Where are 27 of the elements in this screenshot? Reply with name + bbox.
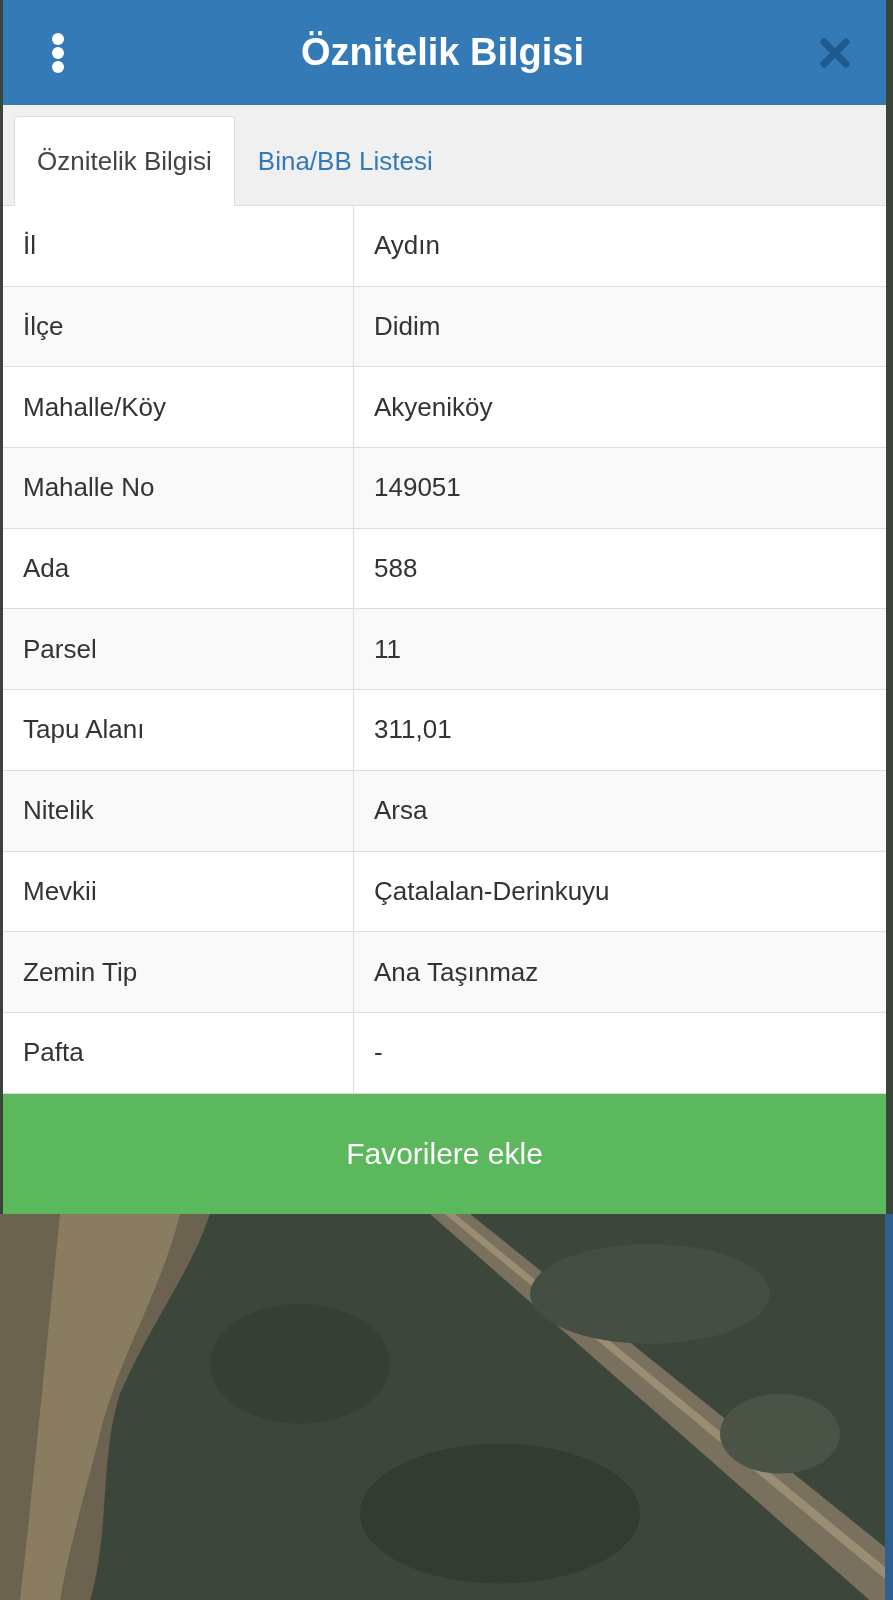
table-cell-text: Ada bbox=[22, 552, 71, 586]
table-cell: 149051 bbox=[353, 448, 886, 528]
tab[interactable]: Öznitelik Bilgisi bbox=[14, 116, 235, 206]
table-cell: - bbox=[353, 1012, 886, 1093]
table-cell-text: Tapu Alanı bbox=[22, 713, 146, 747]
menu-icon[interactable] bbox=[51, 32, 65, 73]
table-cell: Çatalalan-Derinkuyu bbox=[353, 851, 886, 932]
table-cell: 311,01 bbox=[353, 690, 886, 770]
add-favorites-button[interactable]: Favorilere ekle bbox=[3, 1093, 886, 1214]
table-cell-text: İlçe bbox=[22, 310, 65, 344]
tab[interactable]: Bina/BB Listesi bbox=[234, 116, 456, 206]
table-cell-text: İl bbox=[22, 229, 37, 263]
table-cell: Aydın bbox=[353, 206, 886, 286]
table-cell-text: Nitelik bbox=[22, 794, 95, 828]
window-title: Öznitelik Bilgisi bbox=[300, 31, 585, 74]
table-cell-text: Mahalle/Köy bbox=[22, 390, 168, 424]
table-cell-text: Mahalle No bbox=[22, 471, 156, 505]
table-cell: Didim bbox=[353, 286, 886, 367]
table-cell: Ana Taşınmaz bbox=[353, 932, 886, 1012]
table-cell-text: Zemin Tip bbox=[22, 955, 139, 989]
table-cell: 11 bbox=[353, 609, 886, 690]
table-cell: Akyeniköy bbox=[353, 367, 886, 448]
table-cell-text: Pafta bbox=[22, 1036, 85, 1070]
table-cell: 588 bbox=[353, 528, 886, 609]
table-cell-text: Parsel bbox=[22, 632, 98, 666]
table-cell-text: Mevkii bbox=[22, 874, 98, 908]
table-cell: Arsa bbox=[353, 770, 886, 851]
